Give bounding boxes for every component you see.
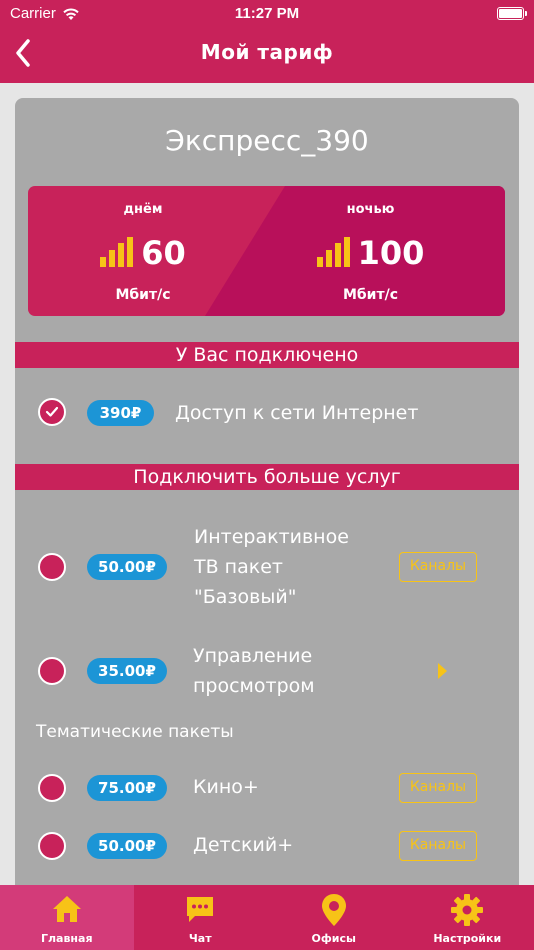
tab-bar: Главная Чат Офисы Настройки [0, 885, 534, 950]
service-name: Кино+ [193, 776, 259, 798]
channels-button[interactable]: Каналы [399, 773, 477, 803]
chat-icon [187, 897, 214, 922]
night-unit: Мбит/с [342, 287, 399, 303]
battery-icon [497, 7, 527, 20]
price-badge: 50.00₽ [87, 833, 167, 859]
price-badge: 390₽ [87, 400, 154, 426]
tab-settings[interactable]: Настройки [401, 885, 534, 950]
status-bar: Carrier 11:27 PM [0, 5, 534, 25]
day-speed-value: 60 [141, 234, 186, 272]
service-name: Детский+ [193, 834, 294, 856]
tab-offices[interactable]: Офисы [267, 885, 401, 950]
service-checkbox[interactable] [38, 398, 66, 426]
price-badge: 35.00₽ [87, 658, 167, 684]
signal-icon [100, 237, 134, 267]
speed-panel: днём 60 Мбит/с ночью 100 Мбит/с [28, 186, 505, 316]
service-name: Интерактивное ТВ пакет "Базовый" [194, 526, 349, 608]
channels-button[interactable]: Каналы [399, 831, 477, 861]
tab-label: Чат [188, 932, 212, 945]
price-badge: 50.00₽ [87, 554, 167, 580]
home-icon [52, 896, 81, 922]
gear-icon [451, 894, 484, 926]
tab-label: Настройки [433, 932, 502, 945]
service-radio[interactable] [38, 553, 66, 581]
map-pin-icon [321, 894, 346, 926]
plan-name: Экспресс_390 [165, 124, 369, 157]
tab-label: Офисы [311, 932, 356, 945]
night-speed: ночью 100 Мбит/с [278, 186, 463, 316]
tab-label: Главная [40, 932, 93, 945]
section-more: Подключить больше услуг [15, 464, 519, 490]
service-name: Доступ к сети Интернет [175, 402, 419, 424]
day-label: днём [123, 202, 163, 217]
header: Carrier 11:27 PM Мой тариф [0, 0, 534, 83]
service-radio[interactable] [38, 657, 66, 685]
page-title: Мой тариф [200, 40, 334, 64]
section-connected: У Вас подключено [15, 342, 519, 368]
expand-arrow-icon[interactable] [438, 663, 447, 679]
night-label: ночью [346, 202, 395, 217]
channels-button[interactable]: Каналы [399, 552, 477, 582]
thematic-heading: Тематические пакеты [36, 722, 234, 742]
tab-chat[interactable]: Чат [134, 885, 268, 950]
service-radio[interactable] [38, 774, 66, 802]
service-name: Управление просмотром [193, 645, 315, 697]
day-speed: днём 60 Мбит/с [28, 186, 258, 316]
service-radio[interactable] [38, 832, 66, 860]
signal-icon [316, 237, 350, 267]
check-icon [45, 406, 59, 417]
status-time: 11:27 PM [234, 5, 300, 22]
price-badge: 75.00₽ [87, 775, 167, 801]
night-speed-value: 100 [357, 234, 425, 272]
tab-home[interactable]: Главная [0, 885, 134, 950]
day-unit: Мбит/с [115, 287, 171, 303]
tariff-card: Экспресс_390 днём 60 Мбит/с ночью 100 Мб… [15, 98, 519, 898]
